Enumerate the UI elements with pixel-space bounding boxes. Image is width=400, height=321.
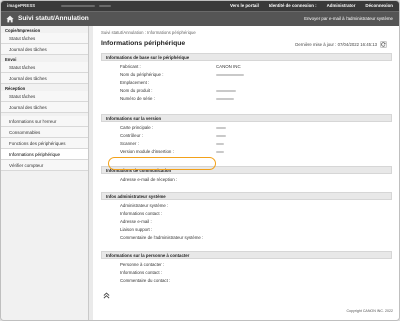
collapse-up-icon[interactable] — [103, 292, 110, 299]
field-value — [216, 132, 226, 140]
field-label: Contrôleur : — [120, 133, 143, 138]
sidebar-item-selected[interactable]: Informations périphérique — [1, 149, 88, 160]
section-header: Informations sur la personne à contacter — [101, 251, 392, 259]
field-label: Administrateur système : — [120, 203, 169, 208]
info-row: Commentaire de l'administrateur système … — [101, 234, 392, 242]
info-row: Liaison support : — [101, 226, 392, 234]
field-label: Scanner : — [120, 141, 139, 146]
field-value — [216, 87, 236, 95]
breadcrumb: Suivi statut/Annulation : Informations p… — [101, 30, 196, 35]
info-row: Scanner : — [101, 140, 392, 148]
title-bar: Suivi statut/Annulation Envoyer par e-ma… — [1, 11, 399, 26]
app-title: Suivi statut/Annulation — [18, 15, 89, 22]
sidebar-item[interactable]: Informations sur l'erreur — [1, 116, 88, 127]
info-row: Commentaire du contact : — [101, 277, 392, 285]
field-label: Adresse e-mail de réception : — [120, 177, 178, 182]
info-row: Nom du produit : — [101, 87, 392, 95]
section-header: Informations de base sur le périphérique — [101, 53, 392, 61]
controller-highlight — [108, 157, 216, 170]
sidebar-category: Copie/Impression — [5, 28, 41, 33]
login-id-label: Identité de connexion : — [268, 3, 317, 8]
field-label: Commentaire de l'administrateur système … — [120, 235, 204, 240]
field-value — [216, 148, 224, 156]
info-row: Version module d'insertion : — [101, 148, 392, 156]
info-row: Administrateur système : — [101, 202, 392, 210]
field-label: Carte principale : — [120, 125, 154, 130]
field-label: Nom du périphérique : — [120, 72, 164, 77]
app-window: imagePRESS Vers le portail Identité de c… — [0, 0, 400, 321]
redacted-value — [216, 134, 226, 138]
info-section: Informations de base sur le périphérique… — [101, 53, 392, 103]
sidebar-item[interactable]: Vérifier compteur — [1, 160, 88, 171]
field-value — [216, 140, 224, 148]
sidebar: Copie/Impression Statut tâches Journal des… — [1, 26, 89, 320]
field-label: Emplacement : — [120, 80, 150, 85]
field-label: Commentaire du contact : — [120, 278, 171, 283]
sidebar-category: Réception — [5, 86, 26, 91]
portal-link[interactable]: Vers le portail — [230, 3, 259, 8]
field-value: CANON INC — [216, 64, 241, 69]
field-label: Adresse e-mail : — [120, 219, 152, 224]
field-label: Nom du produit : — [120, 88, 153, 93]
main-content: Suivi statut/Annulation : Informations p… — [93, 26, 399, 320]
info-row: Carte principale : — [101, 124, 392, 132]
copyright: Copyright CANON INC. 2022 — [346, 309, 393, 313]
sidebar-item[interactable]: Journal des tâches — [1, 102, 88, 113]
info-row: Fabricant : CANON INC — [101, 63, 392, 71]
info-row: Numéro de série : — [101, 95, 392, 103]
top-links: Vers le portail Identité de connexion : … — [230, 3, 393, 8]
field-label: Informations contact : — [120, 270, 162, 275]
info-section: Infos administrateur système Administrate… — [101, 192, 392, 242]
info-row: Contrôleur : — [101, 132, 392, 140]
sidebar-item[interactable]: Journal des tâches — [1, 73, 88, 84]
sidebar-item[interactable]: Consommables — [1, 127, 88, 138]
redacted-value — [216, 142, 224, 146]
sidebar-item[interactable]: Fonctions des périphériques — [1, 138, 88, 149]
field-label: Personne à contacter : — [120, 262, 165, 267]
email-admin-link[interactable]: Envoyer par e-mail à l'administrateur sy… — [304, 16, 393, 21]
home-icon[interactable] — [6, 15, 14, 23]
user-name: Administrator — [326, 3, 356, 8]
field-label: Version module d'insertion : — [120, 149, 174, 154]
page-title: Informations périphérique — [101, 40, 186, 47]
sidebar-item[interactable]: Journal des tâches — [1, 44, 88, 55]
redacted-value — [216, 73, 244, 77]
redacted-value — [216, 126, 226, 130]
sidebar-item[interactable]: Statut tâches — [1, 91, 88, 102]
field-label: Numéro de série : — [120, 96, 155, 101]
redacted-value — [216, 150, 224, 154]
field-value — [216, 95, 234, 103]
field-value — [216, 71, 244, 79]
redacted-value — [216, 97, 234, 101]
info-row: Personne à contacter : — [101, 261, 392, 269]
brand-logo: imagePRESS — [7, 3, 36, 8]
sidebar-category: Envoi — [5, 57, 17, 62]
info-row: Informations contact : — [101, 269, 392, 277]
info-row: Informations contact : — [101, 210, 392, 218]
last-update: Dernière mise à jour : 07/04/2022 16:45:… — [295, 42, 377, 47]
sidebar-item[interactable]: Statut tâches — [1, 33, 88, 44]
field-label: Liaison support : — [120, 227, 153, 232]
info-row: Adresse e-mail de réception : — [101, 176, 392, 184]
section-header: Informations sur la version — [101, 114, 392, 122]
info-section: Informations sur la version Carte princip… — [101, 114, 392, 156]
device-name-redacted — [61, 5, 95, 7]
field-label: Informations contact : — [120, 211, 162, 216]
redacted-value — [216, 89, 236, 93]
refresh-icon[interactable] — [380, 40, 387, 48]
sidebar-item[interactable]: Statut tâches — [1, 62, 88, 73]
logout-link[interactable]: Déconnexion — [365, 3, 393, 8]
field-value — [216, 124, 226, 132]
info-row: Nom du périphérique : — [101, 71, 392, 79]
field-label: Fabricant : — [120, 64, 141, 69]
device-ip-redacted — [99, 5, 111, 7]
info-row: Emplacement : — [101, 79, 392, 87]
top-bar: imagePRESS Vers le portail Identité de c… — [1, 1, 399, 11]
info-section: Informations sur la personne à contacter… — [101, 251, 392, 285]
section-header: Infos administrateur système — [101, 192, 392, 200]
info-row: Adresse e-mail : — [101, 218, 392, 226]
